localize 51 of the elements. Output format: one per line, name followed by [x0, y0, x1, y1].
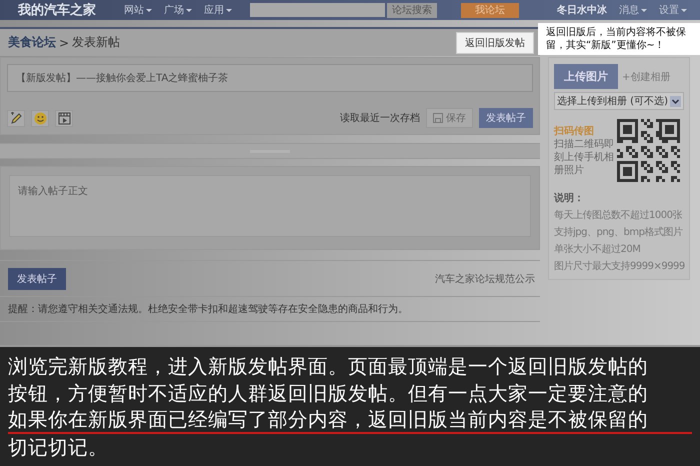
caption-line: 切记切记。: [8, 435, 109, 461]
caption-line: 如果你在新版界面已经编写了部分内容，返回旧版当前内容是不被保留的: [8, 407, 692, 434]
caret-icon: [641, 8, 647, 12]
save-icon: [433, 113, 443, 123]
rules-link[interactable]: 汽车之家论坛规范公示: [435, 272, 535, 286]
site-logo[interactable]: 我的汽车之家: [18, 1, 96, 19]
publish-button[interactable]: 发表帖子: [8, 268, 66, 290]
dropdown-icon: [670, 96, 681, 106]
create-album-link[interactable]: +创建相册: [622, 70, 670, 84]
caption-line: 浏览完新版教程，进入新版发帖界面。页面最顶端是一个返回旧版发帖的: [8, 354, 649, 380]
album-select[interactable]: 选择上传到相册 (可不选): [554, 92, 684, 110]
old-version-button[interactable]: 返回旧版发帖: [456, 32, 534, 54]
title-field[interactable]: 【新版发帖】——接触你会爱上TA之蜂蜜柚子茶: [7, 64, 533, 92]
page-title: 发表新帖: [72, 34, 120, 51]
tool-button[interactable]: [31, 110, 49, 126]
search-button[interactable]: 论坛搜索: [387, 2, 437, 18]
caption-line: 按钮，方便暂时不适应的人群返回旧版发帖。但有一点大家一定要注意的: [8, 381, 649, 407]
breadcrumb-separator: >: [59, 36, 70, 50]
nav-menu[interactable]: 网站: [124, 3, 152, 17]
user-menu[interactable]: 设置: [659, 3, 687, 17]
smiley-icon: [34, 112, 46, 124]
notes-title: 说明：: [554, 192, 585, 205]
qr-title: 扫码传图: [554, 124, 595, 138]
publish-button[interactable]: 发表帖子: [479, 108, 533, 128]
caret-icon: [226, 8, 232, 12]
user-menu[interactable]: 消息: [619, 3, 647, 17]
nav-menu[interactable]: 广场: [164, 3, 192, 17]
load-draft-link[interactable]: 读取最近一次存档: [340, 111, 420, 125]
note-text: 每天上传图总数不超过1000张: [554, 208, 683, 222]
upload-button[interactable]: 上传图片: [554, 64, 618, 89]
note-text: 图片尺寸最大支持9999×9999: [554, 260, 684, 273]
tooltip: 返回旧版后，当前内容将不被保留，其实“新版”更懂你~！: [538, 23, 700, 55]
note-text: 单张大小不超过20M: [554, 242, 642, 256]
caret-icon: [146, 8, 152, 12]
forum-link[interactable]: 美食论坛: [8, 34, 56, 51]
note-text: 支持jpg、png、bmp格式图片: [554, 226, 684, 239]
search-field[interactable]: [250, 3, 385, 17]
qr-code-drawing: [617, 119, 680, 182]
username[interactable]: 冬日水中冰: [557, 3, 607, 17]
nav-menu[interactable]: 应用: [204, 3, 232, 17]
tool-button[interactable]: [7, 110, 25, 126]
tool-button[interactable]: [55, 110, 73, 126]
qr-description: 扫描二维码即刻上传手机相册照片: [554, 138, 614, 177]
save-button[interactable]: 保存: [426, 108, 473, 128]
notice-text: 提醒：请您遵守相关交通法规。杜绝安全带卡扣和超速驾驶等存在安全隐患的商品和行为。: [0, 297, 540, 322]
caret-icon: [681, 8, 687, 12]
caret-icon: [186, 8, 192, 12]
film-icon: [58, 112, 70, 124]
my-forum-button[interactable]: 我论坛: [461, 2, 519, 18]
body-field[interactable]: 请输入帖子正文: [9, 175, 531, 237]
pencil-icon: [10, 112, 22, 124]
